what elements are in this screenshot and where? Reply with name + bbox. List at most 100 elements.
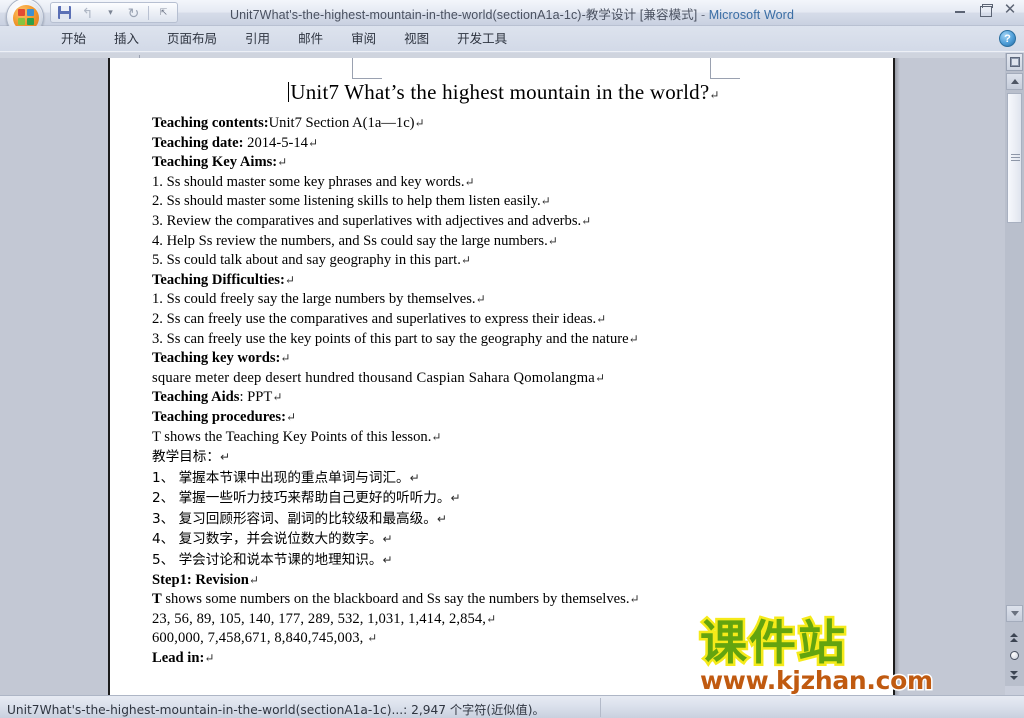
document-page[interactable]: Unit7 What’s the highest mountain in the… (108, 58, 895, 695)
title-bar: Unit7What's-the-highest-mountain-in-the-… (0, 0, 1024, 36)
paragraph-mark: ↵ (464, 174, 475, 189)
previous-page-button[interactable] (1006, 628, 1023, 645)
scrollbar-thumb[interactable] (1007, 93, 1022, 223)
status-bar: Unit7What's-the-highest-mountain-in-the-… (0, 695, 1024, 718)
toolbar-divider (148, 5, 149, 20)
doc-line: 3. Review the comparatives and superlati… (152, 212, 592, 229)
doc-line-keywords: square meter deep desert hundred thousan… (152, 369, 606, 386)
doc-line-cn: 教学目标：↵ (152, 449, 231, 466)
tab-review[interactable]: 审阅 (342, 28, 385, 50)
paragraph-mark: ↵ (414, 116, 425, 130)
paragraph-mark: ↵ (367, 631, 378, 646)
doc-line-cn: 2、 掌握一些听力技巧来帮助自己更好的听听力。↵ (152, 490, 461, 507)
paragraph-mark: ↵ (436, 511, 447, 526)
paragraph-mark: ↵ (581, 213, 592, 228)
select-browse-object-button[interactable] (1006, 647, 1023, 664)
paragraph-mark: ↵ (219, 450, 231, 465)
paragraph-mark: ↵ (596, 311, 607, 326)
quick-access-toolbar: ↰ ▾ ↻ ⇱ (50, 2, 178, 23)
paragraph-mark: ↵ (382, 532, 393, 547)
paragraph-mark: ↵ (248, 572, 259, 587)
doc-line-cn: 5、 学会讨论和说本节课的地理知识。↵ (152, 552, 393, 569)
window-title-main: Unit7What's-the-highest-mountain-in-the-… (229, 8, 698, 22)
doc-line: Teaching Aids: PPT↵ (152, 389, 283, 406)
doc-line: T shows the Teaching Key Points of this … (152, 428, 442, 445)
next-page-button[interactable] (1006, 666, 1023, 683)
save-icon (58, 6, 71, 19)
doc-line: 2. Ss can freely use the comparatives an… (152, 310, 607, 327)
doc-line-cn: 3、 复习回顾形容词、副词的比较级和最高级。↵ (152, 510, 447, 527)
scroll-down-button[interactable] (1006, 605, 1023, 622)
chevron-down-icon (1011, 611, 1019, 616)
doc-line-cn: 1、 掌握本节课中出现的重点单词与词汇。↵ (152, 469, 420, 486)
tab-home[interactable]: 开始 (52, 28, 95, 50)
paragraph-mark: ↵ (280, 351, 291, 366)
tab-mailings[interactable]: 邮件 (289, 28, 332, 50)
minimize-button[interactable] (952, 3, 968, 17)
doc-line: 1. Ss should master some key phrases and… (152, 173, 475, 190)
doc-line: 2. Ss should master some listening skill… (152, 193, 551, 210)
help-icon[interactable]: ? (999, 30, 1016, 47)
doc-line: 4. Help Ss review the numbers, and Ss co… (152, 232, 558, 249)
doc-line: Teaching Key Aims:↵ (152, 154, 288, 171)
doc-line: Teaching contents:Unit7 Section A(1a—1c)… (152, 115, 425, 131)
paragraph-mark: ↵ (629, 592, 640, 607)
document-workspace: Unit7 What’s the highest mountain in the… (0, 53, 1005, 695)
undo-button[interactable]: ↰ (77, 4, 98, 22)
doc-line: 1. Ss could freely say the large numbers… (152, 291, 486, 308)
tab-page-layout[interactable]: 页面布局 (158, 28, 226, 50)
redo-icon: ↻ (127, 4, 140, 21)
margin-mark-top-right (710, 58, 740, 79)
paragraph-mark: ↵ (284, 272, 295, 287)
doc-line: Teaching Difficulties:↵ (152, 271, 295, 288)
paragraph-mark: ↵ (307, 135, 319, 150)
paragraph-mark: ↵ (628, 331, 639, 346)
tab-references[interactable]: 引用 (236, 28, 279, 50)
doc-line-numbers: 23, 56, 89, 105, 140, 177, 289, 532, 1,0… (152, 610, 497, 627)
page-shadow (895, 58, 900, 695)
double-chevron-down-icon (1010, 668, 1018, 681)
tab-insert[interactable]: 插入 (105, 28, 148, 50)
undo-dropdown-button[interactable]: ▾ (100, 4, 121, 22)
save-button[interactable] (54, 4, 75, 22)
doc-line: Step1: Revision↵ (152, 571, 259, 588)
document-body[interactable]: Unit7 What’s the highest mountain in the… (124, 80, 884, 669)
doc-line: T shows some numbers on the blackboard a… (152, 591, 640, 608)
paragraph-mark: ↵ (486, 611, 497, 626)
paragraph-mark: ↵ (450, 491, 461, 506)
doc-line: Teaching date: 2014-5-14↵ (152, 134, 319, 151)
scroll-up-button[interactable] (1006, 73, 1023, 90)
circle-icon (1010, 651, 1019, 660)
paragraph-mark: ↵ (409, 470, 420, 485)
undo-icon: ↰ (81, 4, 94, 21)
paragraph-mark: ↵ (272, 390, 283, 405)
paragraph-mark: ↵ (382, 553, 393, 568)
chevron-down-icon: ▾ (108, 7, 113, 17)
paragraph-mark: ↵ (540, 194, 551, 209)
status-message: Unit7What's-the-highest-mountain-in-the-… (7, 703, 545, 717)
restore-button[interactable] (977, 3, 993, 17)
chevron-down-icon: ⇱ (159, 7, 168, 17)
document-heading: Unit7 What’s the highest mountain in the… (124, 80, 884, 105)
split-icon (1010, 57, 1020, 67)
status-divider (600, 698, 601, 717)
doc-line: 5. Ss could talk about and say geography… (152, 252, 471, 269)
redo-button[interactable]: ↻ (123, 4, 144, 22)
doc-line-cn: 4、 复习数字，并会说位数大的数字。↵ (152, 531, 393, 548)
scrollbar-corner (1005, 686, 1024, 695)
document-heading-text: Unit7 What’s the highest mountain in the… (290, 80, 710, 104)
vertical-scrollbar[interactable] (1005, 53, 1024, 695)
paragraph-mark: ↵ (547, 233, 558, 248)
close-button[interactable]: ✕ (1002, 2, 1018, 17)
customize-quick-access-button[interactable]: ⇱ (153, 4, 174, 22)
paragraph-mark: ↵ (460, 253, 471, 268)
tab-developer[interactable]: 开发工具 (448, 28, 516, 50)
paragraph-mark: ↵ (431, 429, 442, 444)
doc-line-numbers: 600,000, 7,458,671, 8,840,745,003, ↵ (152, 630, 378, 647)
tab-view[interactable]: 视图 (395, 28, 438, 50)
paragraph-mark: ↵ (285, 409, 296, 424)
paragraph-mark: ↵ (594, 370, 606, 385)
chevron-up-icon (1011, 79, 1019, 84)
split-window-button[interactable] (1006, 53, 1023, 71)
doc-line: Teaching procedures:↵ (152, 408, 296, 425)
